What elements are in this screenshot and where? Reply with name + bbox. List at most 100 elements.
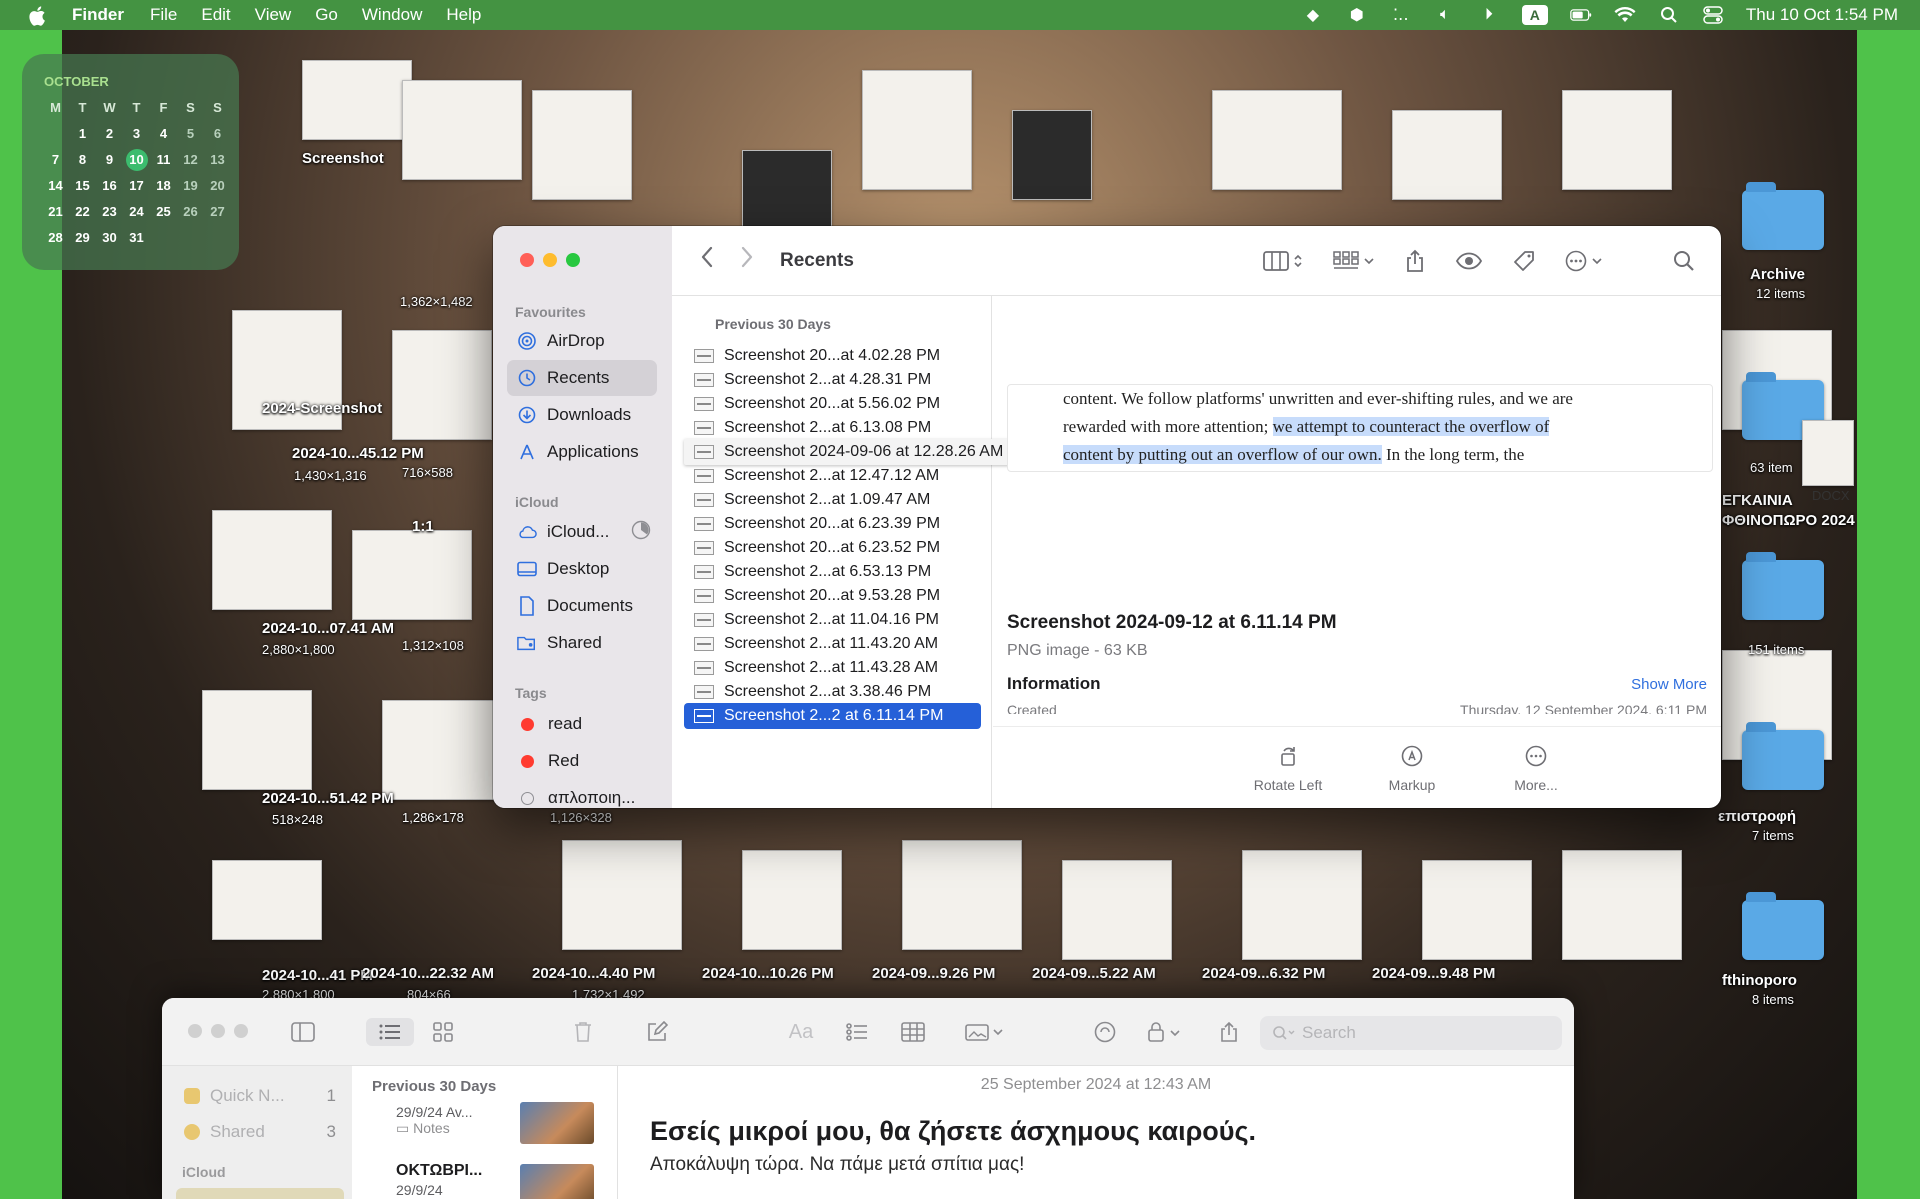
compose-icon[interactable] <box>642 1018 672 1046</box>
share-icon[interactable] <box>1214 1018 1244 1046</box>
collaborate-icon[interactable] <box>1090 1018 1120 1046</box>
format-text-icon[interactable]: Aa <box>786 1018 816 1046</box>
desktop-thumbnail[interactable] <box>212 510 332 610</box>
desktop-thumbnail[interactable] <box>1062 860 1172 960</box>
sidebar-item-documents[interactable]: Documents <box>507 588 657 624</box>
file-row[interactable]: Screenshot 2...at 4.28.31 PM <box>684 367 981 393</box>
input-source-icon[interactable]: A <box>1521 5 1548 25</box>
sidebar-item-desktop[interactable]: Desktop <box>507 551 657 587</box>
hexagon-app-icon[interactable]: ⬢ <box>1346 5 1368 25</box>
file-row[interactable]: Screenshot 20...at 9.53.28 PM <box>684 583 981 609</box>
calendar-widget[interactable]: OCTOBER M T W T F S S 1 2 3 4 5 6 7 8 9 10 11 12 13 14 15 16 17… <box>22 54 239 270</box>
file-row[interactable]: Screenshot 2024-09-06 at 12.28.26 AM <box>684 439 1044 465</box>
menu-clock[interactable]: Thu 10 Oct 1:54 PM <box>1746 5 1898 25</box>
battery-icon[interactable] <box>1570 5 1592 25</box>
notes-search-field[interactable]: Search <box>1260 1016 1562 1050</box>
volume-icon[interactable]: 🔈︎ <box>1434 5 1456 25</box>
desktop-thumbnail[interactable] <box>1392 110 1502 200</box>
docx-file-icon[interactable] <box>1802 420 1854 486</box>
list-view-icon[interactable] <box>366 1018 414 1046</box>
desktop-thumbnail[interactable] <box>1012 110 1092 200</box>
checklist-icon[interactable] <box>842 1018 872 1046</box>
sidebar-item-applications[interactable]: Applications <box>507 434 657 470</box>
action-menu-button[interactable] <box>1565 250 1603 272</box>
zoom-button[interactable] <box>234 1024 248 1038</box>
spotlight-search-icon[interactable] <box>1658 5 1680 25</box>
desktop-thumbnail[interactable] <box>562 840 682 950</box>
file-row[interactable]: Screenshot 2...at 6.53.13 PM <box>684 559 981 585</box>
desktop-thumbnail[interactable] <box>1212 90 1342 190</box>
file-row[interactable]: Screenshot 2...at 11.43.28 AM <box>684 655 981 681</box>
desktop-folder[interactable] <box>1742 182 1824 250</box>
desktop-thumbnail[interactable] <box>1562 850 1682 960</box>
desktop-thumbnail[interactable] <box>202 690 312 790</box>
desktop-thumbnail[interactable] <box>212 860 322 940</box>
file-row[interactable]: Screenshot 2...at 3.38.46 PM <box>684 679 981 705</box>
close-button[interactable] <box>188 1024 202 1038</box>
search-button[interactable] <box>1673 250 1695 272</box>
desktop-thumbnail[interactable] <box>352 530 472 620</box>
trash-icon[interactable] <box>568 1018 598 1046</box>
rotate-left-button[interactable]: Rotate Left <box>1248 727 1328 808</box>
sidebar-tag-red[interactable]: Red <box>507 743 657 779</box>
notes-folder-quick-notes[interactable]: Quick N... 1 <box>184 1086 344 1106</box>
file-row[interactable]: Screenshot 2...at 11.43.20 AM <box>684 631 981 657</box>
diamond-app-icon[interactable]: ◆ <box>1302 5 1324 25</box>
tag-button[interactable] <box>1513 250 1535 272</box>
desktop-thumbnail[interactable] <box>402 80 522 180</box>
preview-image[interactable]: content. We follow platforms' unwritten … <box>1007 384 1713 472</box>
file-row[interactable]: Screenshot 2...at 11.04.16 PM <box>684 607 981 633</box>
sidebar-tag-aplopoiisi[interactable]: απλοποιη... <box>507 780 657 808</box>
sidebar-item-recents[interactable]: Recents <box>507 360 657 396</box>
menu-window[interactable]: Window <box>362 5 422 25</box>
menu-app-finder[interactable]: Finder <box>72 5 124 25</box>
desktop-thumbnail[interactable] <box>382 700 502 800</box>
minimize-button[interactable] <box>543 253 557 267</box>
sidebar-item-icloud-drive[interactable]: iCloud... <box>507 514 657 550</box>
desktop-thumbnail[interactable] <box>392 330 492 440</box>
file-row[interactable]: Screenshot 20...at 4.02.28 PM <box>684 343 981 369</box>
menu-edit[interactable]: Edit <box>201 5 230 25</box>
control-center-icon[interactable] <box>1702 5 1724 25</box>
file-row[interactable]: Screenshot 2...2 at 6.11.14 PM <box>684 703 981 729</box>
desktop-folder[interactable] <box>1742 722 1824 790</box>
desktop-thumbnail[interactable] <box>532 90 632 200</box>
media-icon[interactable] <box>962 1018 1008 1046</box>
menu-file[interactable]: File <box>150 5 177 25</box>
desktop-folder[interactable] <box>1742 552 1824 620</box>
back-icon[interactable] <box>700 246 714 275</box>
sidebar-item-shared[interactable]: Shared <box>507 625 657 661</box>
file-row[interactable]: Screenshot 20...at 5.56.02 PM <box>684 391 981 417</box>
file-row[interactable]: Screenshot 20...at 6.23.52 PM <box>684 535 981 561</box>
gallery-view-icon[interactable] <box>428 1018 458 1046</box>
desktop-thumbnail[interactable] <box>1242 850 1362 960</box>
sidebar-tag-read[interactable]: read <box>507 706 657 742</box>
sidebar-toggle-icon[interactable] <box>288 1018 318 1046</box>
file-row[interactable]: Screenshot 2...at 1.09.47 AM <box>684 487 981 513</box>
wifi-icon[interactable] <box>1614 5 1636 25</box>
share-button[interactable] <box>1405 249 1425 273</box>
file-row[interactable]: Screenshot 20...at 6.23.39 PM <box>684 511 981 537</box>
apple-menu-icon[interactable] <box>28 5 48 26</box>
more-button[interactable]: More... <box>1496 727 1576 808</box>
minimize-button[interactable] <box>211 1024 225 1038</box>
forward-icon[interactable] <box>740 246 754 275</box>
notes-folder-shared[interactable]: Shared 3 <box>184 1122 344 1142</box>
table-icon[interactable] <box>898 1018 928 1046</box>
markup-button[interactable]: Markup <box>1372 727 1452 808</box>
file-row[interactable]: Screenshot 2...at 12.47.12 AM <box>684 463 981 489</box>
sidebar-item-airdrop[interactable]: AirDrop <box>507 323 657 359</box>
note-editor[interactable]: 25 September 2024 at 12:43 AM Εσείς μικρ… <box>618 1066 1574 1199</box>
file-row[interactable]: Screenshot 2...at 6.13.08 PM <box>684 415 981 441</box>
menu-view[interactable]: View <box>255 5 292 25</box>
desktop-folder[interactable] <box>1742 892 1824 960</box>
desktop-thumbnail[interactable] <box>902 840 1022 950</box>
play-circle-icon[interactable]: ⏵ <box>1478 5 1500 25</box>
desktop-thumbnail[interactable] <box>862 70 972 190</box>
sidebar-item-downloads[interactable]: Downloads <box>507 397 657 433</box>
sleep-indicator-icon[interactable]: ⁚‥ <box>1390 5 1412 25</box>
zoom-button[interactable] <box>566 253 580 267</box>
lock-icon[interactable] <box>1142 1018 1188 1046</box>
menu-go[interactable]: Go <box>315 5 338 25</box>
group-button[interactable] <box>1333 250 1375 271</box>
